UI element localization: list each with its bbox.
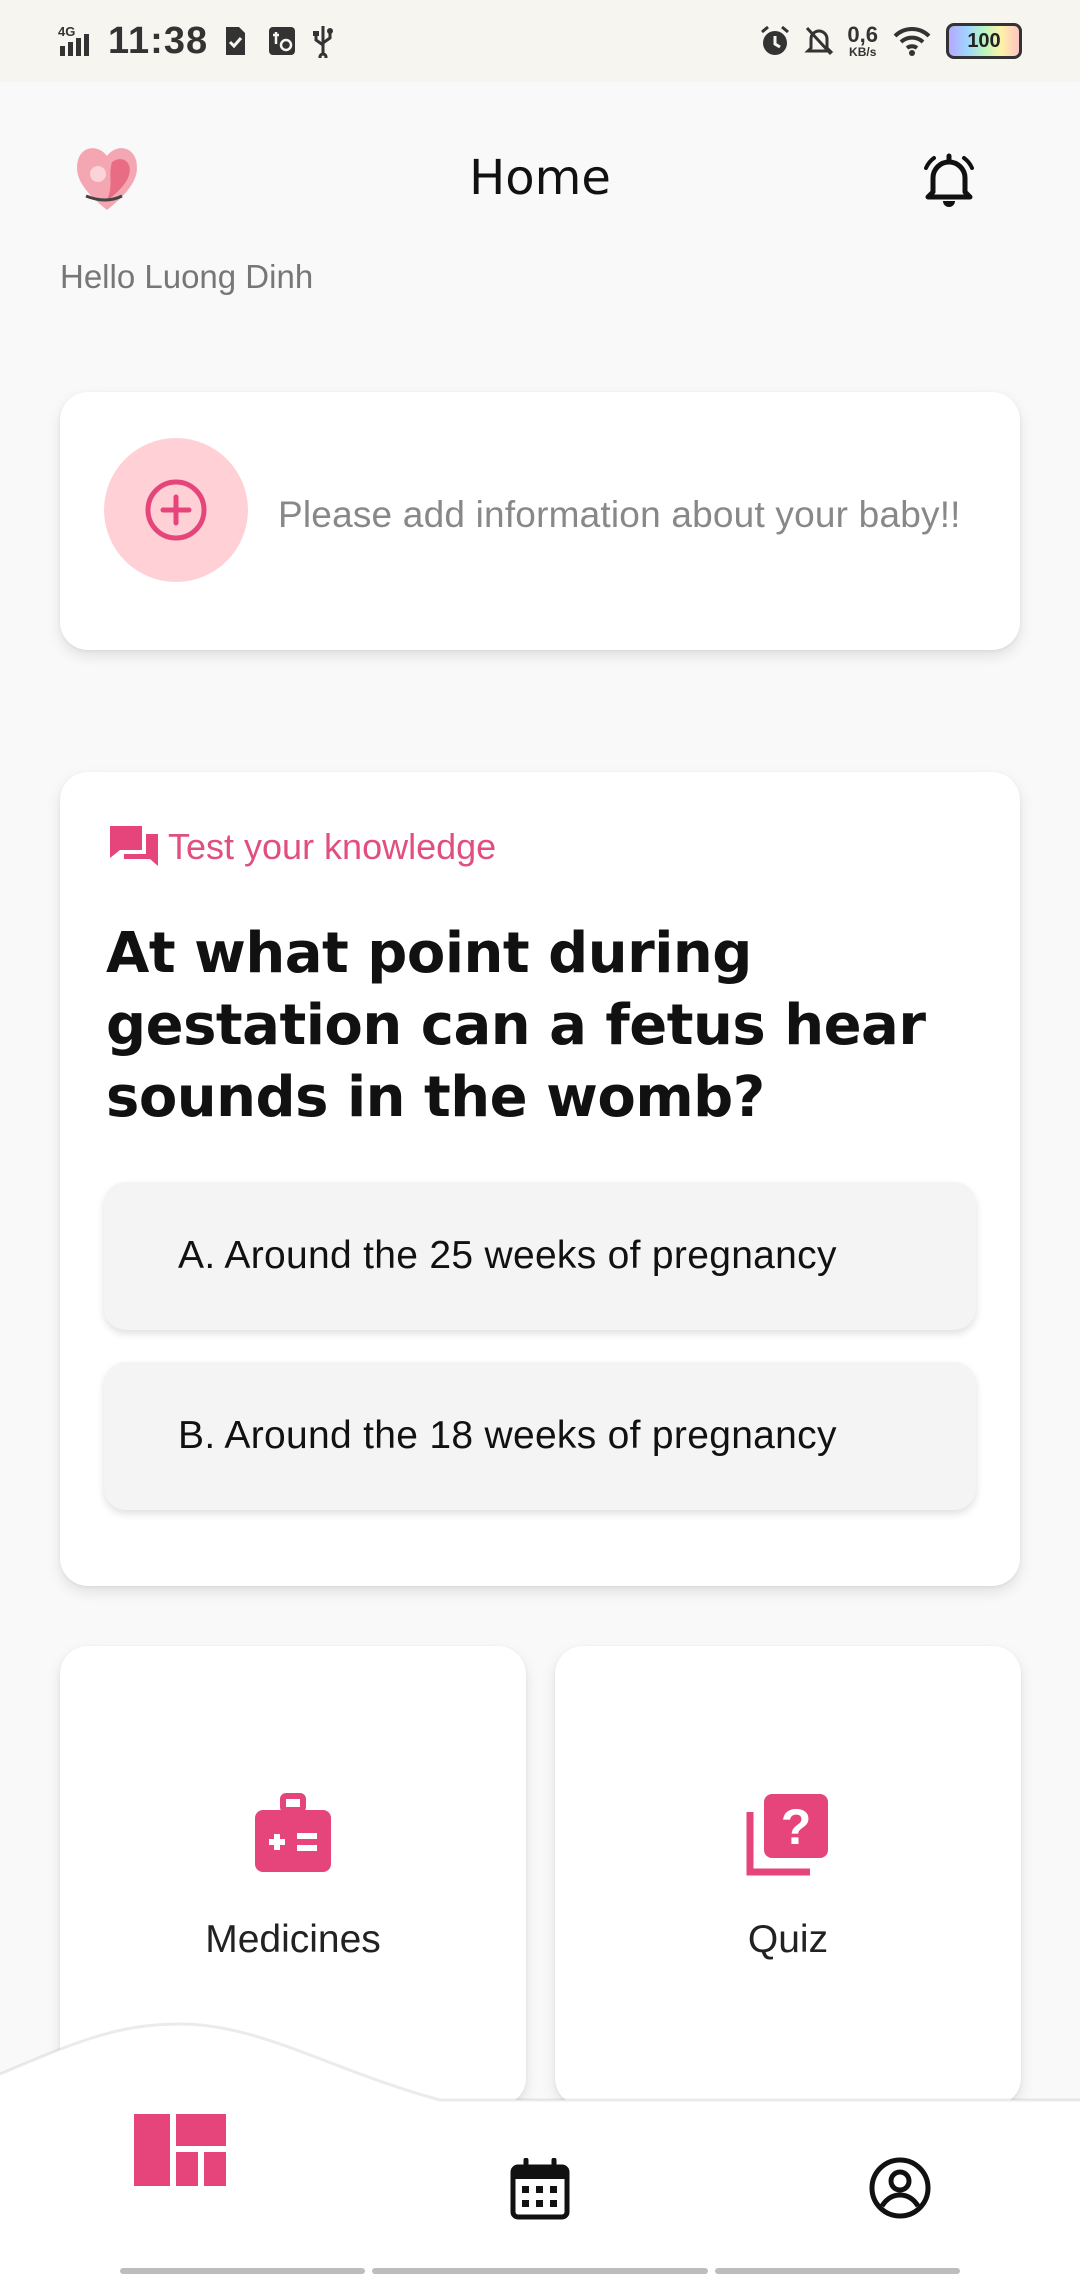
quiz-label: Quiz [747,1918,829,1961]
signal-icon: 4G [58,24,94,58]
status-bar: 4G 11:38 0,6 KB/s 100 [0,0,1080,82]
nav-dashboard[interactable] [134,2114,226,2186]
chat-bubbles-icon [106,820,162,874]
nav-profile[interactable] [868,2156,932,2220]
speed-value: 0,6 [847,22,878,47]
quiz-card-header: Test your knowledge [106,820,496,874]
medical-kit-icon [251,1792,335,1876]
nav-calendar[interactable] [510,2157,570,2220]
gesture-bar-segment [715,2268,960,2274]
add-baby-button[interactable] [104,438,248,582]
greeting-text: Hello Luong Dinh [60,258,314,295]
bottom-navigation [0,2010,1080,2280]
gesture-bar-segment [372,2268,708,2274]
add-baby-card[interactable]: Please add information about your baby!! [60,392,1020,650]
alarm-icon [759,24,790,58]
dashboard-icon [134,2114,226,2186]
answer-option-a[interactable]: A. Around the 25 weeks of pregnancy [104,1182,976,1330]
battery-icon: 100 [946,23,1022,59]
wifi-icon [892,24,932,58]
battery-level: 100 [967,29,1001,52]
network-speed: 0,6 KB/s [847,22,878,59]
knowledge-quiz-card: Test your knowledge At what point during… [60,772,1020,1586]
medicines-label: Medicines [205,1918,381,1961]
add-circle-icon [145,479,207,541]
home-screen: 4G 11:38 0,6 KB/s 100 Home Hello Luong D… [0,0,1080,2280]
answer-option-b[interactable]: B. Around the 18 weeks of pregnancy [104,1362,976,1510]
usb-icon [310,24,340,62]
quiz-card-label: Test your knowledge [168,826,497,867]
usb-settings-icon [266,24,296,58]
bell-off-icon [803,24,835,58]
profile-icon [869,2157,931,2219]
sim-check-icon [222,24,252,58]
add-baby-prompt: Please add information about your baby!! [278,494,961,535]
quiz-question-icon: ? [746,1792,830,1876]
bell-icon[interactable] [916,148,982,214]
calendar-icon [510,2157,570,2220]
svg-text:4G: 4G [58,24,75,39]
speed-unit: KB/s [849,45,877,59]
quiz-question: At what point during gestation can a fet… [106,921,926,1130]
gesture-bar-segment [120,2268,365,2274]
clock: 11:38 [108,19,209,62]
svg-text:?: ? [781,1799,812,1855]
